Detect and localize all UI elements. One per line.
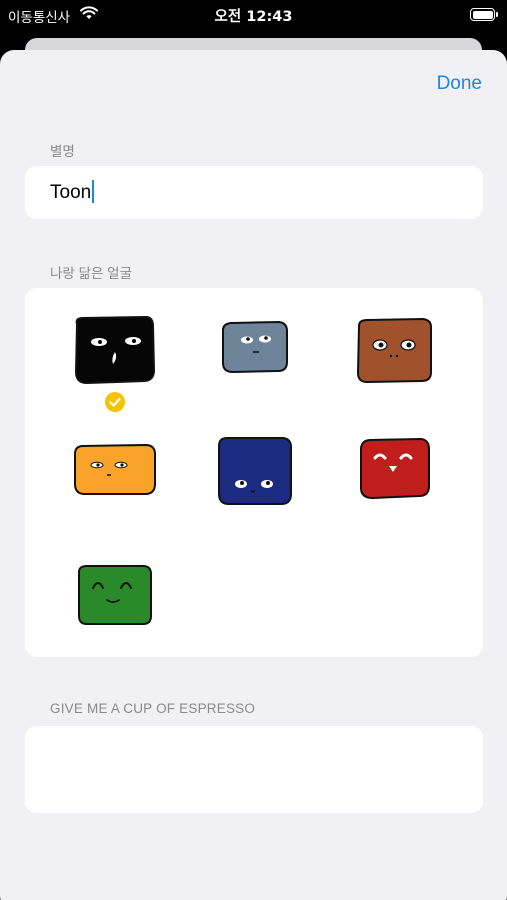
face-brown[interactable] [345, 310, 445, 420]
status-time: 오전 12:43 [214, 9, 293, 25]
espresso-header: GIVE ME A CUP OF ESPRESSO [50, 701, 256, 716]
text-caret [92, 180, 95, 203]
face-orange[interactable] [65, 432, 165, 542]
battery-icon [470, 8, 498, 21]
face-green[interactable] [65, 558, 165, 668]
face-navy[interactable] [205, 432, 305, 542]
nickname-value: Toon [50, 182, 92, 203]
selected-check-icon [105, 392, 125, 412]
status-bar: 이동통신사 오전 12:43 [0, 0, 507, 30]
nickname-header: 별명 [50, 144, 75, 159]
espresso-field[interactable] [25, 726, 483, 813]
settings-sheet: Done 별명 Toon 나랑 닮은 얼굴 GIVE ME A CUP OF E… [0, 50, 507, 900]
nickname-input[interactable]: Toon [50, 180, 95, 204]
face-header: 나랑 닮은 얼굴 [50, 266, 133, 281]
face-gray[interactable] [205, 310, 305, 420]
done-button[interactable]: Done [437, 73, 482, 95]
nickname-field[interactable]: Toon [25, 166, 483, 219]
face-red[interactable] [345, 432, 445, 542]
face-grid [25, 288, 483, 657]
